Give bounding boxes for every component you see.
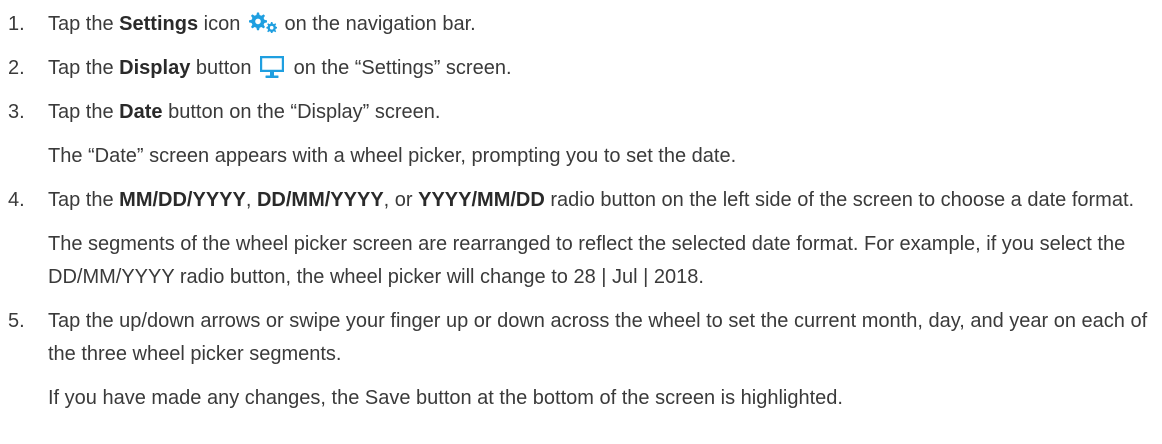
- text-segment: on the “Settings” screen.: [288, 57, 512, 79]
- step-text: Tap the Settings icon on the navigation …: [48, 8, 1154, 41]
- text-segment: button: [190, 57, 258, 79]
- step-body: Tap the MM/DD/YYYY, DD/MM/YYYY, or YYYY/…: [48, 184, 1162, 294]
- step-body: Tap the up/down arrows or swipe your fin…: [48, 305, 1162, 415]
- step-body: Tap the Display button on the “Settings”…: [48, 52, 1162, 85]
- step-number: 2.: [8, 57, 25, 79]
- bold-term-display: Display: [119, 57, 191, 79]
- step-2: 2. Tap the Display button on the “Settin…: [8, 52, 1162, 85]
- text-segment: Tap the: [48, 101, 120, 123]
- bold-term-settings: Settings: [119, 13, 199, 35]
- step-3: 3. Tap the Date button on the “Display” …: [8, 96, 1162, 173]
- text-segment: Tap the: [48, 189, 120, 211]
- bold-term-mmddyyyy: MM/DD/YYYY: [119, 189, 246, 211]
- step-note: If you have made any changes, the Save b…: [48, 387, 843, 409]
- steps-list: 1. Tap the Settings icon on the navigati…: [8, 8, 1162, 415]
- bold-term-date: Date: [119, 101, 163, 123]
- bold-term-yyyymmdd: YYYY/MM/DD: [418, 189, 545, 211]
- gear-icon: [248, 12, 277, 33]
- text-segment: Tap the: [48, 57, 120, 79]
- text-segment: , or: [383, 189, 419, 211]
- step-number: 3.: [8, 101, 25, 123]
- text-segment: Tap the: [48, 13, 120, 35]
- text-segment: ,: [245, 189, 257, 211]
- step-1: 1. Tap the Settings icon on the navigati…: [8, 8, 1162, 41]
- step-number: 1.: [8, 13, 25, 35]
- step-number: 4.: [8, 189, 25, 211]
- step-number: 5.: [8, 310, 25, 332]
- step-text: Tap the Display button on the “Settings”…: [48, 52, 1154, 85]
- text-segment: button on the “Display” screen.: [162, 101, 441, 123]
- text-segment: on the navigation bar.: [278, 13, 476, 35]
- step-body: Tap the Date button on the “Display” scr…: [48, 96, 1162, 173]
- step-note: The segments of the wheel picker screen …: [48, 233, 1126, 288]
- step-text: Tap the Date button on the “Display” scr…: [48, 96, 1154, 129]
- monitor-icon: [260, 56, 285, 78]
- step-4: 4. Tap the MM/DD/YYYY, DD/MM/YYYY, or YY…: [8, 184, 1162, 294]
- step-body: Tap the Settings icon on the navigation …: [48, 8, 1162, 41]
- step-text: Tap the MM/DD/YYYY, DD/MM/YYYY, or YYYY/…: [48, 184, 1154, 217]
- step-note: The “Date” screen appears with a wheel p…: [48, 145, 737, 167]
- instructions-page: 1. Tap the Settings icon on the navigati…: [0, 0, 1162, 444]
- step-text: Tap the up/down arrows or swipe your fin…: [48, 310, 1148, 365]
- bold-term-ddmmyyyy: DD/MM/YYYY: [256, 189, 384, 211]
- text-segment: radio button on the left side of the scr…: [544, 189, 1135, 211]
- text-segment: icon: [198, 13, 246, 35]
- step-5: 5. Tap the up/down arrows or swipe your …: [8, 305, 1162, 415]
